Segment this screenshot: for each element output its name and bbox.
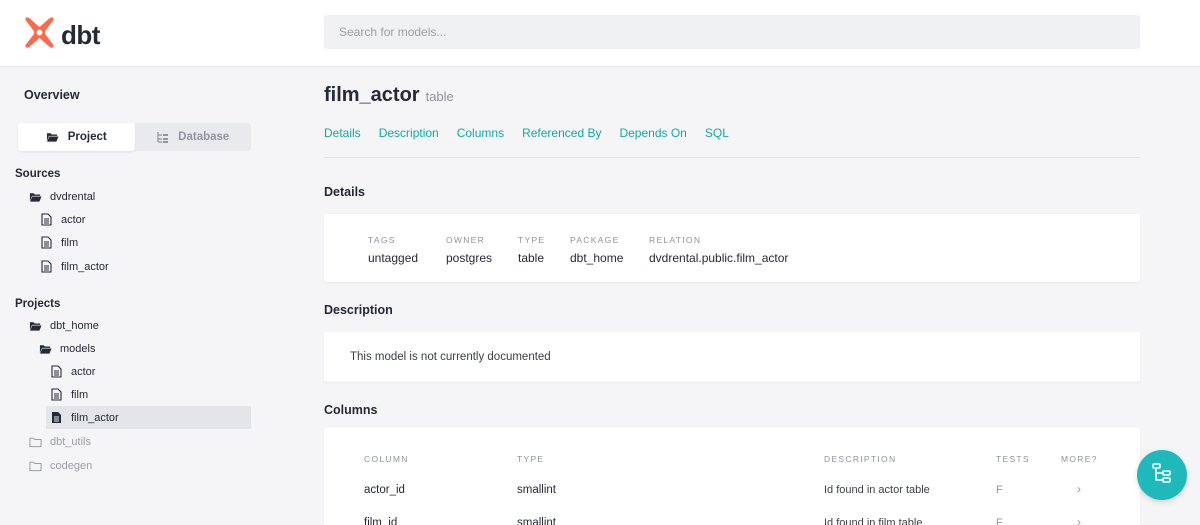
tree-item-source-film-actor[interactable]: film_actor <box>40 255 109 278</box>
section-tabs: Details Description Columns Referenced B… <box>324 126 729 140</box>
tree-item-label: codegen <box>50 459 93 472</box>
top-bar: dbt <box>0 0 1200 67</box>
tab-details[interactable]: Details <box>324 126 361 140</box>
tree-item-models[interactable]: models <box>39 337 95 360</box>
column-header-column: COLUMN <box>364 454 409 464</box>
tree-item-label: dbt_utils <box>50 435 91 448</box>
tree-item-label: film_actor <box>71 411 119 424</box>
folder-open-icon <box>39 342 52 355</box>
file-icon <box>40 236 53 249</box>
detail-tags: TAGS untagged <box>368 235 418 265</box>
expand-chevron-icon[interactable]: › <box>1077 482 1081 496</box>
page-header: film_actor table <box>324 84 454 107</box>
folder-open-icon <box>46 131 59 144</box>
dbt-logo-icon <box>24 17 55 53</box>
projects-heading: Projects <box>15 298 61 310</box>
detail-value: dbt_home <box>570 251 624 265</box>
detail-label: PACKAGE <box>570 235 620 245</box>
detail-label: RELATION <box>649 235 702 245</box>
tab-description[interactable]: Description <box>379 126 439 140</box>
header-divider <box>324 157 1140 158</box>
detail-label: OWNER <box>446 235 486 245</box>
detail-owner: OWNER postgres <box>446 235 492 265</box>
detail-value: dvdrental.public.film_actor <box>649 251 789 265</box>
columns-heading: Columns <box>324 403 378 417</box>
description-heading: Description <box>324 303 393 317</box>
column-header-description: DESCRIPTION <box>824 454 897 464</box>
tab-depends-on[interactable]: Depends On <box>619 126 686 140</box>
tree-item-label: actor <box>71 365 96 378</box>
tree-item-model-film[interactable]: film <box>50 383 88 406</box>
overview-link[interactable]: Overview <box>24 88 80 102</box>
detail-relation: RELATION dvdrental.public.film_actor <box>649 235 788 265</box>
detail-package: PACKAGE dbt_home <box>570 235 623 265</box>
database-tree-icon <box>156 131 169 144</box>
tree-item-label: film <box>61 236 79 249</box>
dbt-logo[interactable]: dbt <box>24 17 100 53</box>
column-header-type: TYPE <box>517 454 545 464</box>
tree-item-label: film_actor <box>61 260 109 273</box>
database-tab-label: Database <box>178 131 230 143</box>
dbt-logo-text: dbt <box>61 20 100 50</box>
tree-item-source-actor[interactable]: actor <box>40 208 85 231</box>
file-icon <box>50 365 63 378</box>
details-heading: Details <box>324 185 365 199</box>
tree-item-label: actor <box>61 213 86 226</box>
project-database-switch: Project Database <box>18 123 251 151</box>
file-icon <box>50 388 63 401</box>
file-icon <box>40 260 53 273</box>
detail-type: TYPE table <box>518 235 545 265</box>
tab-sql[interactable]: SQL <box>705 126 729 140</box>
project-tab[interactable]: Project <box>18 123 135 151</box>
detail-value: postgres <box>446 251 493 265</box>
tree-item-dbt-home[interactable]: dbt_home <box>29 314 99 337</box>
database-tab[interactable]: Database <box>135 123 252 151</box>
description-card: This model is not currently documented <box>324 332 1140 382</box>
cell-tests: F <box>996 484 1003 496</box>
file-filled-icon <box>50 411 63 424</box>
cell-type: smallint <box>517 517 556 525</box>
tree-item-model-film-actor[interactable]: film_actor <box>46 406 251 429</box>
sources-heading: Sources <box>15 168 61 180</box>
folder-open-icon <box>29 319 42 332</box>
folder-closed-icon <box>29 459 42 472</box>
cell-type: smallint <box>517 484 556 496</box>
page-subtitle: table <box>425 89 454 104</box>
columns-card: COLUMN TYPE DESCRIPTION TESTS MORE? acto… <box>324 427 1140 525</box>
cell-column: actor_id <box>364 484 405 496</box>
cell-description: Id found in film table <box>824 517 923 525</box>
tree-item-label: dvdrental <box>50 190 96 203</box>
column-header-more: MORE? <box>1061 454 1098 464</box>
details-card: TAGS untagged OWNER postgres TYPE table … <box>324 214 1140 282</box>
description-text: This model is not currently documented <box>350 351 551 363</box>
detail-label: TAGS <box>368 235 396 245</box>
folder-closed-icon <box>29 435 42 448</box>
detail-value: untagged <box>368 251 419 265</box>
tab-referenced-by[interactable]: Referenced By <box>522 126 601 140</box>
tree-item-model-actor[interactable]: actor <box>50 360 95 383</box>
tree-item-source-film[interactable]: film <box>40 231 78 254</box>
folder-open-icon <box>29 190 42 203</box>
file-icon <box>40 213 53 226</box>
tree-item-dvdrental[interactable]: dvdrental <box>29 185 95 208</box>
tree-item-dbt-utils[interactable]: dbt_utils <box>29 430 91 453</box>
tree-item-label: film <box>71 388 89 401</box>
tree-item-label: models <box>60 342 96 355</box>
sidebar: Overview Project Database Sources dvdren… <box>0 67 256 525</box>
lineage-graph-button[interactable] <box>1137 450 1187 500</box>
tree-item-codegen[interactable]: codegen <box>29 454 92 477</box>
cell-description: Id found in actor table <box>824 484 930 496</box>
detail-label: TYPE <box>518 235 546 245</box>
page-title: film_actor <box>324 84 420 106</box>
tab-columns[interactable]: Columns <box>457 126 504 140</box>
detail-value: table <box>518 251 545 265</box>
search-input[interactable] <box>324 15 1140 49</box>
tree-item-label: dbt_home <box>50 319 99 332</box>
project-tab-label: Project <box>67 131 107 143</box>
column-header-tests: TESTS <box>996 454 1030 464</box>
expand-chevron-icon[interactable]: › <box>1077 515 1081 525</box>
cell-column: film_id <box>364 517 398 525</box>
lineage-graph-icon <box>1151 462 1173 489</box>
cell-tests: F <box>996 517 1003 525</box>
